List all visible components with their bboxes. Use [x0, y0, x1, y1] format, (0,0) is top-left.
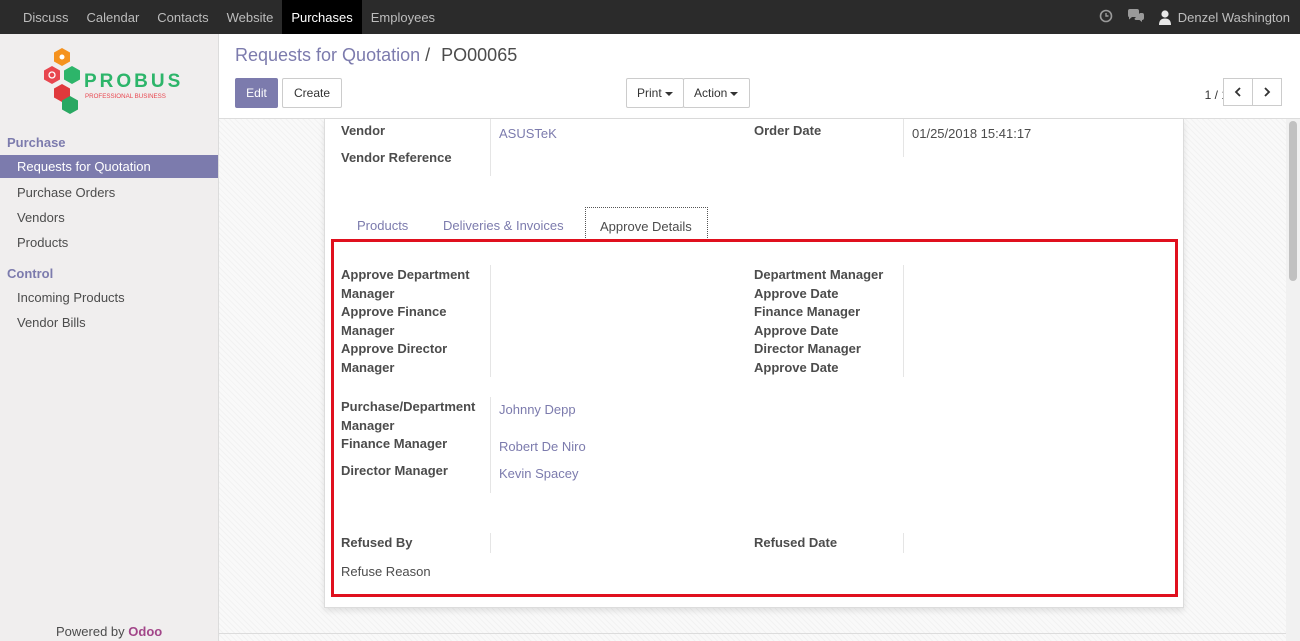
control-panel: Requests for Quotation / PO00065 Edit Cr…: [219, 34, 1300, 119]
user-name: Denzel Washington: [1177, 9, 1290, 25]
pager-next[interactable]: [1252, 78, 1282, 106]
divider: [490, 119, 491, 176]
scrollbar-thumb[interactable]: [1289, 121, 1297, 281]
menu-calendar[interactable]: Calendar: [78, 0, 149, 34]
sidebar-item-vendors[interactable]: Vendors: [0, 206, 218, 229]
sidebar-item-vendor-bills[interactable]: Vendor Bills: [0, 311, 218, 334]
action-dropdown[interactable]: Action: [683, 78, 750, 108]
highlight-box: [331, 239, 1178, 597]
powered-by: Powered by Odoo: [56, 624, 162, 639]
odoo-link[interactable]: Odoo: [128, 624, 162, 639]
menu-employees[interactable]: Employees: [362, 0, 444, 34]
sidebar-item-incoming-products[interactable]: Incoming Products: [0, 286, 218, 309]
sidebar-item-products[interactable]: Products: [0, 231, 218, 254]
chevron-left-icon: [1234, 87, 1241, 97]
menu-discuss[interactable]: Discuss: [14, 0, 78, 34]
divider: [903, 119, 904, 157]
form-sheet: Vendor ASUSTeK Vendor Reference Order Da…: [324, 119, 1184, 608]
tab-products[interactable]: Products: [343, 207, 427, 242]
top-navbar: Discuss Calendar Contacts Website Purcha…: [0, 0, 1300, 34]
app-menu: Discuss Calendar Contacts Website Purcha…: [14, 0, 444, 34]
breadcrumb-separator: /: [425, 45, 431, 65]
breadcrumb-current: PO00065: [441, 45, 518, 65]
section-purchase: Purchase: [7, 135, 66, 150]
breadcrumb: Requests for Quotation / PO00065: [235, 45, 517, 66]
user-avatar-icon: [1158, 9, 1171, 25]
tab-deliveries-invoices[interactable]: Deliveries & Invoices: [429, 207, 580, 242]
divider: [219, 633, 1300, 634]
form-view: Vendor ASUSTeK Vendor Reference Order Da…: [219, 119, 1300, 641]
scrollbar[interactable]: [1286, 119, 1300, 641]
chat-icon[interactable]: [1127, 8, 1145, 26]
caret-down-icon: [664, 91, 673, 96]
vendor-value[interactable]: ASUSTeK: [499, 126, 557, 141]
tab-approve-details[interactable]: Approve Details: [585, 207, 708, 242]
print-label: Print: [637, 86, 662, 100]
edit-button[interactable]: Edit: [235, 78, 278, 108]
systray: Denzel Washington: [1085, 0, 1290, 34]
sidebar-item-purchase-orders[interactable]: Purchase Orders: [0, 181, 218, 204]
vendor-reference-label: Vendor Reference: [341, 150, 452, 165]
vendor-label: Vendor: [341, 123, 386, 138]
action-label: Action: [694, 86, 728, 100]
sidebar-item-requests-for-quotation[interactable]: Requests for Quotation: [0, 155, 218, 178]
powered-by-prefix: Powered by: [56, 624, 125, 639]
chevron-right-icon: [1264, 87, 1271, 97]
pager-previous[interactable]: [1223, 78, 1253, 106]
breadcrumb-parent[interactable]: Requests for Quotation: [235, 45, 420, 65]
menu-contacts[interactable]: Contacts: [148, 0, 217, 34]
user-menu[interactable]: Denzel Washington: [1158, 9, 1290, 25]
sidebar: PROBUSE PROFESSIONAL BUSINESS Purchase R…: [0, 34, 219, 641]
order-date-label: Order Date: [754, 123, 822, 138]
print-dropdown[interactable]: Print: [626, 78, 684, 108]
menu-purchases[interactable]: Purchases: [282, 0, 362, 34]
clock-icon[interactable]: [1099, 9, 1113, 26]
caret-down-icon: [730, 91, 739, 96]
order-date-value: 01/25/2018 15:41:17: [912, 126, 1032, 141]
svg-text:PROFESSIONAL BUSINESS: PROFESSIONAL BUSINESS: [85, 93, 166, 100]
svg-text:PROBUSE: PROBUSE: [84, 71, 180, 92]
create-button[interactable]: Create: [282, 78, 342, 108]
company-logo: PROBUSE PROFESSIONAL BUSINESS: [40, 46, 196, 122]
menu-website[interactable]: Website: [218, 0, 283, 34]
section-control: Control: [7, 266, 54, 281]
